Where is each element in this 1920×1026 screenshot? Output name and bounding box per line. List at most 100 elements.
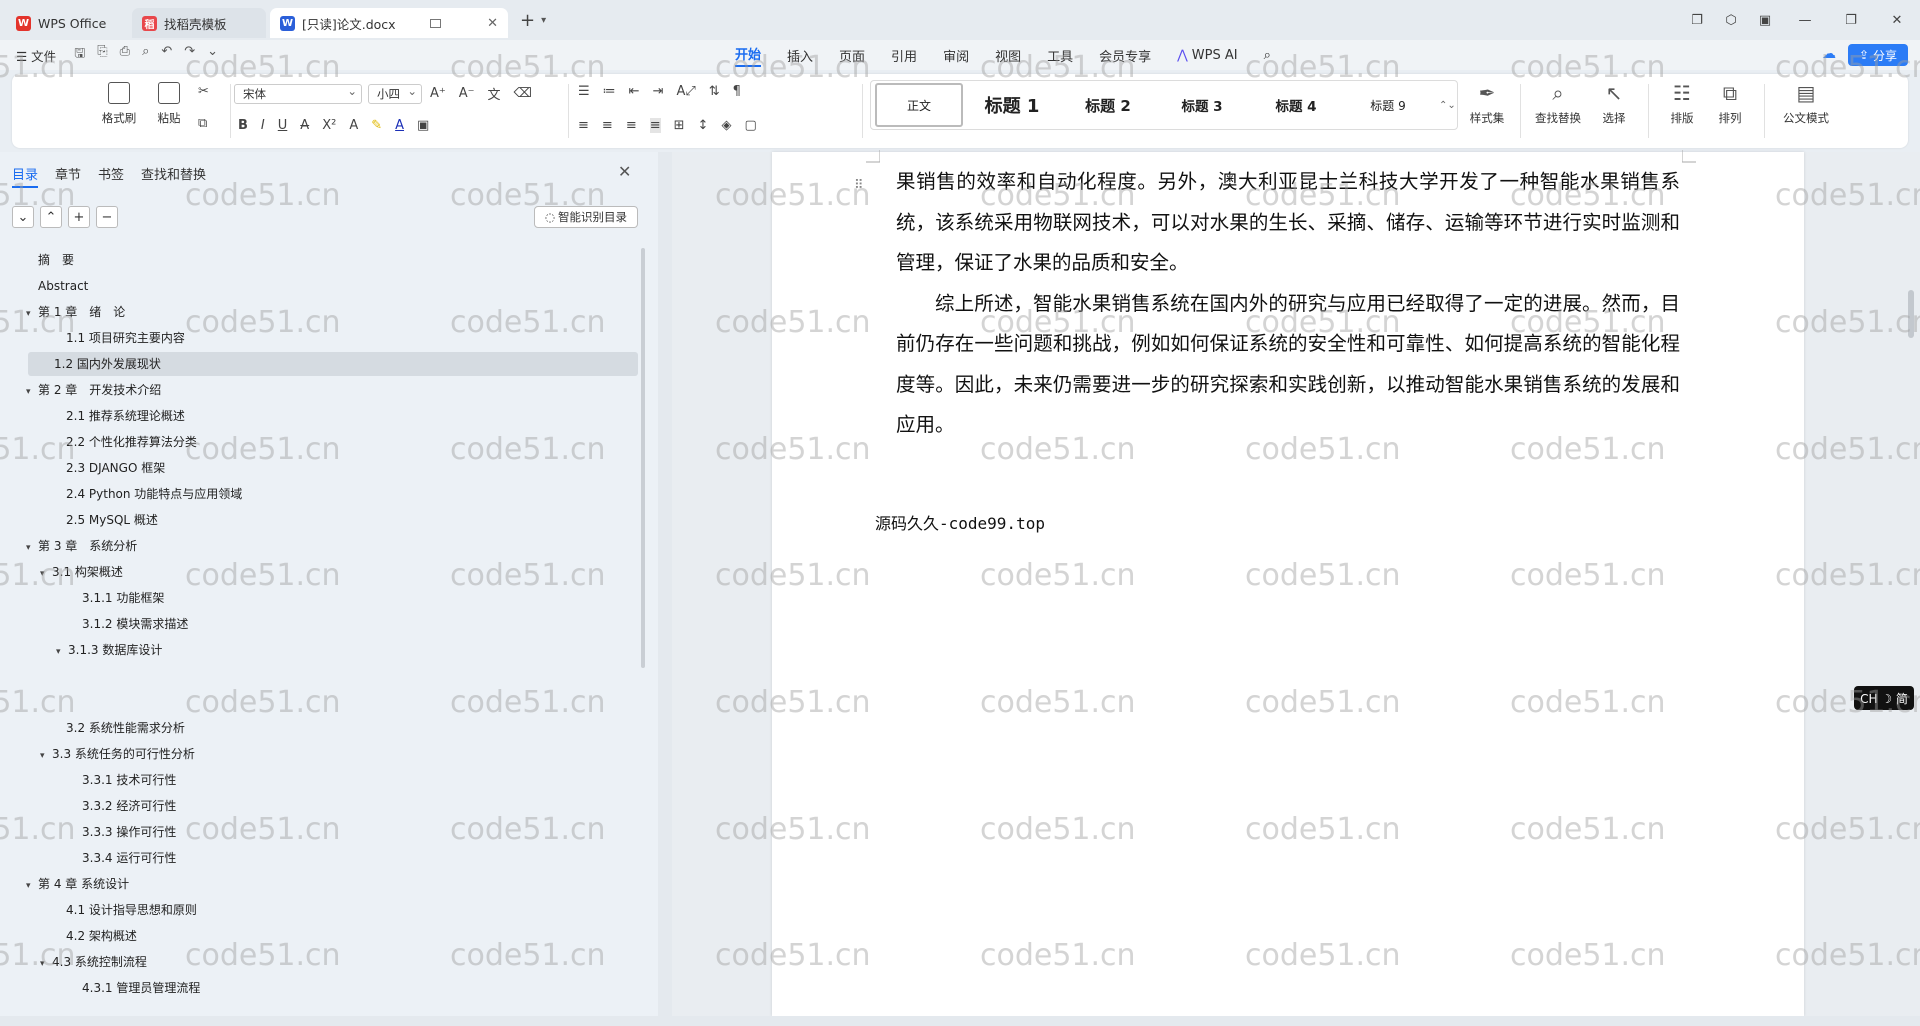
document-scrollbar[interactable]	[1908, 290, 1914, 338]
cut-icon[interactable]: ✂	[198, 84, 209, 99]
shrink-font-icon[interactable]: A⁻	[459, 86, 475, 101]
tab-member[interactable]: 会员专享	[1099, 46, 1151, 65]
collapse-arrow-icon[interactable]: ▾	[56, 640, 68, 664]
superscript-icon[interactable]: X²	[322, 118, 336, 133]
bold-icon[interactable]: B	[238, 118, 248, 133]
shading-icon[interactable]: ◈	[721, 118, 731, 133]
print-icon[interactable]: ⎙	[120, 44, 130, 66]
toc-item[interactable]: 4.1 设计指导思想和原则	[66, 898, 197, 922]
toc-item[interactable]: 1.2 国内外发展现状	[28, 352, 638, 376]
close-tab-icon[interactable]: ✕	[487, 16, 498, 31]
collapse-arrow-icon[interactable]: ▾	[40, 562, 52, 586]
toc-item[interactable]: ▾ 3.3 系统任务的可行性分析	[40, 742, 195, 766]
minimize-icon[interactable]: —	[1782, 13, 1828, 28]
restore-tab-icon[interactable]	[429, 18, 441, 28]
document-body[interactable]: 果销售的效率和自动化程度。另外，澳大利亚昆士兰科技大学开发了一种智能水果销售系统…	[896, 162, 1680, 446]
style-normal[interactable]: 正文	[875, 83, 963, 127]
align-right-icon[interactable]: ≡	[626, 118, 637, 133]
char-shading-icon[interactable]: ▣	[417, 118, 429, 133]
tab-view[interactable]: 视图	[995, 46, 1021, 65]
line-spacing-icon[interactable]: ↕	[698, 118, 709, 133]
style-heading-4[interactable]: 标题 4	[1249, 83, 1343, 127]
toc-item[interactable]: 2.3 DJANGO 框架	[66, 456, 165, 480]
highlight-icon[interactable]: ✎	[371, 118, 382, 133]
export-icon[interactable]: ⎘	[97, 44, 107, 66]
style-set-button[interactable]: ✒ 样式集	[1460, 82, 1514, 126]
document-page[interactable]: ⠿ 果销售的效率和自动化程度。另外，澳大利亚昆士兰科技大学开发了一种智能水果销售…	[772, 150, 1804, 1016]
toc-item[interactable]: ▾ 第 2 章 开发技术介绍	[26, 378, 161, 402]
strikethrough-icon[interactable]: A	[300, 118, 309, 133]
toc-item[interactable]: 3.2 系统性能需求分析	[66, 716, 185, 740]
tab-wps-office[interactable]: W WPS Office	[6, 8, 128, 38]
nav-tab-toc[interactable]: 目录	[12, 164, 39, 188]
share-button[interactable]: ⇪ 分享	[1848, 44, 1908, 66]
tab-tools[interactable]: 工具	[1047, 46, 1073, 65]
select-button[interactable]: ↖ 选择	[1592, 82, 1636, 126]
ime-indicator[interactable]: CH ☽ 简	[1854, 686, 1914, 710]
tab-document[interactable]: W [只读]论文.docx ✕	[270, 8, 508, 38]
tab-docer-templates[interactable]: 稻 找稻壳模板	[132, 8, 266, 38]
file-menu[interactable]: ☰ 文件	[16, 46, 56, 65]
cloud-upload-icon[interactable]: ☁	[1822, 46, 1836, 62]
pane-divider[interactable]	[658, 152, 672, 1016]
nav-tab-bookmarks[interactable]: 书签	[98, 164, 124, 188]
toc-item[interactable]: 3.3.3 操作可行性	[82, 820, 176, 844]
arrange-button[interactable]: ⧉ 排列	[1708, 82, 1752, 126]
toc-item[interactable]: 3.1.1 功能框架	[82, 586, 164, 610]
italic-icon[interactable]: I	[261, 118, 265, 133]
collapse-arrow-icon[interactable]: ▾	[26, 302, 38, 326]
text-effect-icon[interactable]: A	[349, 118, 358, 133]
numbered-list-icon[interactable]: ≔	[603, 84, 616, 99]
align-left-icon[interactable]: ≡	[578, 118, 589, 133]
clear-format-icon[interactable]: ⌫	[514, 86, 532, 101]
toc-item[interactable]: ▾ 4.3 系统控制流程	[40, 950, 147, 974]
distribute-icon[interactable]: ⊞	[674, 118, 685, 133]
style-scroll-icon[interactable]: ⌃⌄	[1439, 100, 1456, 111]
avatar[interactable]: ▣	[1748, 13, 1782, 28]
collapse-arrow-icon[interactable]: ▾	[40, 952, 52, 976]
find-replace-button[interactable]: ⌕ 查找替换	[1528, 82, 1588, 126]
toc-item[interactable]: 2.5 MySQL 概述	[66, 508, 158, 532]
cube-icon[interactable]: ⬡	[1714, 13, 1748, 28]
chevron-down-icon[interactable]: ⌄	[207, 44, 218, 66]
style-heading-2[interactable]: 标题 2	[1061, 83, 1155, 127]
toc-item[interactable]: 2.2 个性化推荐算法分类	[66, 430, 197, 454]
add-icon[interactable]: +	[68, 206, 90, 228]
toc-item[interactable]: 2.1 推荐系统理论概述	[66, 404, 185, 428]
font-color-icon[interactable]: A	[395, 118, 404, 133]
toc-item[interactable]: 1.1 项目研究主要内容	[66, 326, 185, 350]
chevron-down-icon[interactable]: ▾	[541, 15, 546, 26]
align-center-icon[interactable]: ≡	[602, 118, 613, 133]
redo-icon[interactable]: ↷	[184, 44, 195, 66]
restore-icon[interactable]: ❐	[1828, 13, 1874, 28]
bullet-list-icon[interactable]: ☰	[578, 84, 590, 99]
tab-insert[interactable]: 插入	[787, 46, 813, 65]
toc-item[interactable]: ▾ 3.1.3 数据库设计	[56, 638, 162, 662]
toc-item[interactable]: 3.3.4 运行可行性	[82, 846, 176, 870]
toc-item[interactable]: ▾ 第 1 章 绪 论	[26, 300, 125, 324]
toc-item[interactable]: Abstract	[38, 274, 88, 298]
save-icon[interactable]: 🖫	[74, 44, 85, 66]
new-tab-icon[interactable]: +	[520, 10, 535, 31]
remove-icon[interactable]: −	[96, 206, 118, 228]
toc-item[interactable]: 4.3.1 管理员管理流程	[82, 976, 200, 1000]
format-painter-button[interactable]: 格式刷	[94, 82, 144, 126]
tab-home[interactable]: 开始	[735, 44, 762, 67]
toc-item[interactable]: 3.3.1 技术可行性	[82, 768, 176, 792]
underline-icon[interactable]: U	[278, 118, 288, 133]
borders-icon[interactable]: ▢	[744, 118, 756, 133]
phonetic-icon[interactable]: 文	[488, 84, 501, 103]
layout-button[interactable]: ☷ 排版	[1660, 82, 1704, 126]
copy-icon[interactable]: ⧉	[198, 116, 207, 131]
tab-page[interactable]: 页面	[839, 46, 865, 65]
decrease-indent-icon[interactable]: ⇤	[629, 84, 640, 99]
undo-icon[interactable]: ↶	[161, 44, 172, 66]
text-direction-icon[interactable]: A⤢	[676, 84, 695, 99]
toc-item[interactable]: 4.2 架构概述	[66, 924, 137, 948]
justify-icon[interactable]: ≡	[649, 118, 661, 133]
search-icon[interactable]: ⌕	[1264, 48, 1271, 63]
layout-icon[interactable]: ❐	[1680, 13, 1714, 28]
collapse-arrow-icon[interactable]: ▾	[26, 536, 38, 560]
font-name-select[interactable]: 宋体	[234, 82, 362, 104]
expand-down-icon[interactable]: ⌄	[12, 206, 34, 228]
